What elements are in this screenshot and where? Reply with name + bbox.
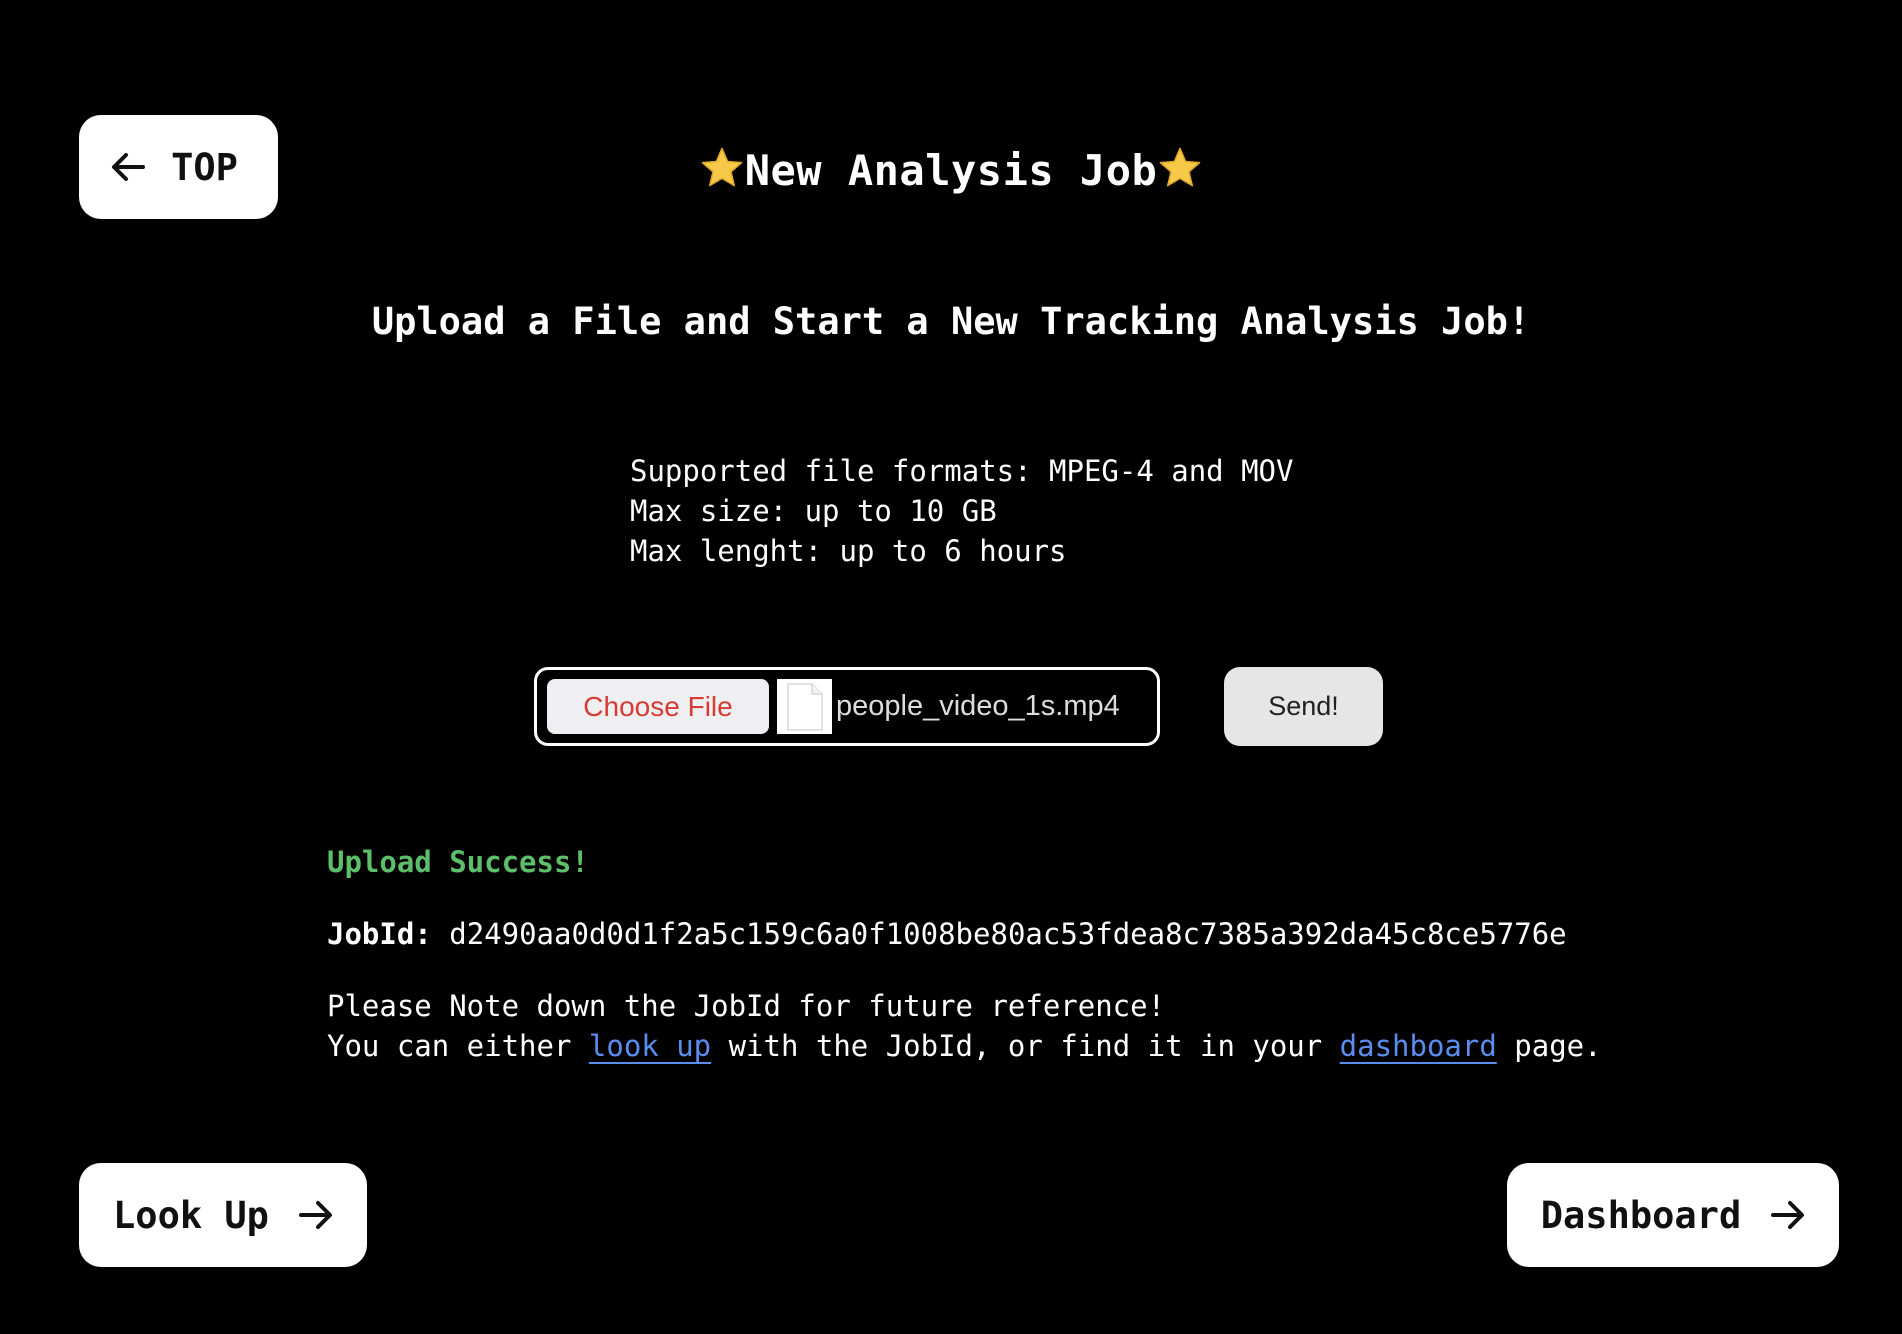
upload-result: Upload Success! JobId: d2490aa0d0d1f2a5c… — [327, 842, 1602, 1066]
upload-status: Upload Success! — [327, 845, 589, 879]
max-length-text: Max lenght: up to 6 hours — [630, 534, 1067, 568]
note-line-2: You can either look up with the JobId, o… — [327, 1026, 1602, 1066]
star-icon — [1157, 145, 1203, 201]
dashboard-button-label: Dashboard — [1540, 1193, 1742, 1237]
send-button[interactable]: Send! — [1224, 667, 1383, 746]
arrow-right-icon — [1771, 1200, 1805, 1230]
note-text-mid: with the JobId, or find it in your — [711, 1029, 1340, 1063]
dashboard-link[interactable]: dashboard — [1340, 1029, 1497, 1063]
selected-file-name: people_video_1s.mp4 — [836, 690, 1120, 722]
jobid-row: JobId: d2490aa0d0d1f2a5c159c6a0f1008be80… — [327, 914, 1602, 954]
upload-requirements: Supported file formats: MPEG-4 and MOV M… — [630, 451, 1293, 571]
note-line-1: Please Note down the JobId for future re… — [327, 989, 1166, 1023]
note-text-pre: You can either — [327, 1029, 589, 1063]
page-subtitle: Upload a File and Start a New Tracking A… — [371, 300, 1531, 343]
star-icon — [699, 145, 745, 201]
lookup-link[interactable]: look up — [589, 1029, 711, 1063]
max-size-text: Max size: up to 10 GB — [630, 494, 997, 528]
lookup-button[interactable]: Look Up — [79, 1163, 367, 1267]
file-icon — [777, 679, 832, 734]
jobid-value: d2490aa0d0d1f2a5c159c6a0f1008be80ac53fde… — [449, 917, 1567, 951]
supported-formats-text: Supported file formats: MPEG-4 and MOV — [630, 454, 1294, 488]
jobid-label: JobId: — [327, 917, 432, 951]
page-title-text: New Analysis Job — [744, 146, 1158, 195]
arrow-right-icon — [298, 1200, 333, 1230]
dashboard-button[interactable]: Dashboard — [1507, 1163, 1839, 1267]
jobid-note: Please Note down the JobId for future re… — [327, 986, 1602, 1066]
note-text-post: page. — [1496, 1029, 1602, 1063]
page-title: New Analysis Job — [0, 145, 1902, 201]
choose-file-button[interactable]: Choose File — [547, 679, 769, 734]
file-input[interactable]: Choose File people_video_1s.mp4 — [534, 667, 1160, 746]
lookup-button-label: Look Up — [113, 1193, 269, 1237]
